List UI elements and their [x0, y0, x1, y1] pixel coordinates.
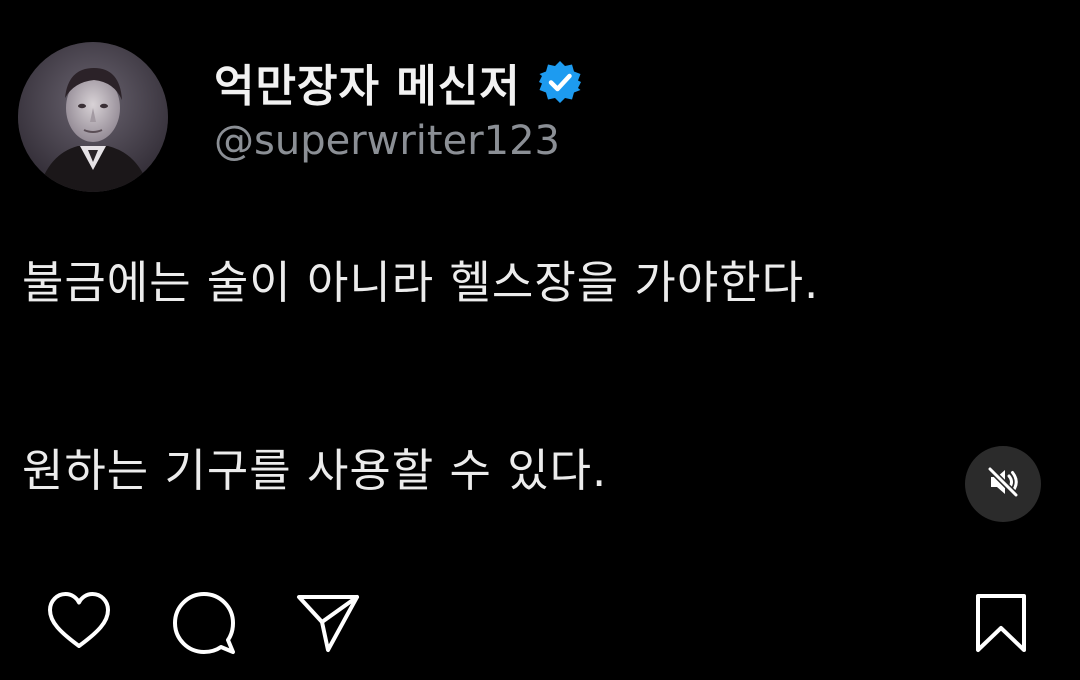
mute-button[interactable] [965, 446, 1041, 522]
post-text-line: 원하는 기구를 사용할 수 있다. [22, 444, 608, 497]
bookmark-icon [976, 594, 1026, 652]
avatar[interactable] [18, 42, 168, 192]
heart-icon [48, 592, 110, 648]
like-button[interactable] [46, 590, 112, 656]
author-handle[interactable]: @superwriter123 [214, 118, 560, 164]
author-display-name[interactable]: 억만장자 메신저 [214, 50, 521, 114]
comment-icon [173, 592, 235, 654]
author-name-row: 억만장자 메신저 [214, 52, 583, 112]
save-button[interactable] [968, 590, 1034, 656]
post-action-bar [0, 590, 1080, 660]
avatar-portrait-image [18, 42, 168, 192]
speaker-muted-icon [983, 462, 1023, 506]
share-button[interactable] [295, 590, 361, 656]
post-text-line: 불금에는 술이 아니라 헬스장을 가야한다. [22, 256, 820, 309]
paper-plane-icon [297, 595, 359, 652]
comment-button[interactable] [171, 590, 237, 656]
verified-badge-icon [537, 59, 583, 105]
post-media: 억만장자 메신저 @superwriter123 불금에는 술이 아니라 헬스장… [0, 0, 1080, 680]
